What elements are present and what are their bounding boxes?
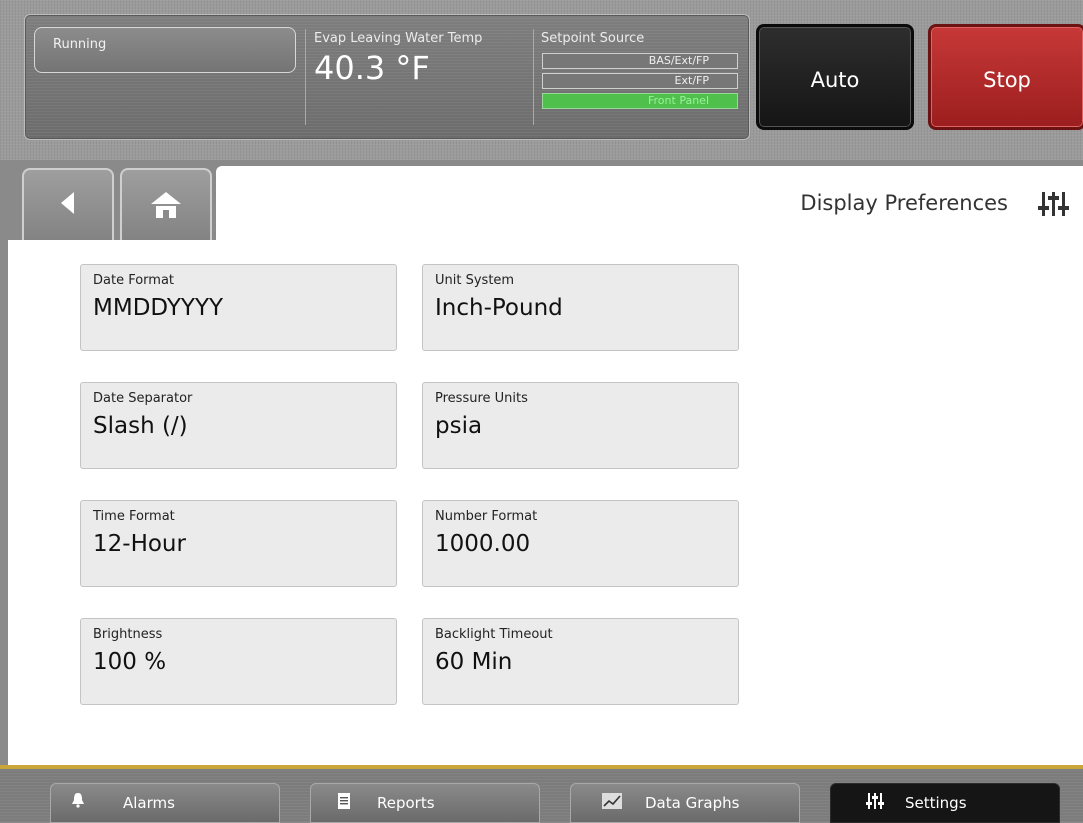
divider bbox=[305, 29, 306, 125]
pref-label: Brightness bbox=[93, 627, 163, 642]
pref-label: Unit System bbox=[435, 273, 515, 288]
preferences-panel: Date Format MMDDYYYY Unit System Inch-Po… bbox=[8, 240, 1083, 765]
bottom-nav-bar: Alarms Reports Data Graphs Settings bbox=[0, 765, 1083, 823]
status-header: Running Evap Leaving Water Temp 40.3 °F … bbox=[0, 0, 1083, 160]
pref-unit-system[interactable]: Unit System Inch-Pound bbox=[422, 264, 739, 351]
pref-label: Pressure Units bbox=[435, 391, 528, 406]
status-panel: Running Evap Leaving Water Temp 40.3 °F … bbox=[24, 14, 750, 140]
pref-backlight-timeout[interactable]: Backlight Timeout 60 Min bbox=[422, 618, 739, 705]
tab-label: Data Graphs bbox=[645, 794, 740, 812]
divider bbox=[533, 29, 534, 125]
pref-time-format[interactable]: Time Format 12-Hour bbox=[80, 500, 397, 587]
home-button[interactable] bbox=[120, 168, 212, 242]
evap-temp-label: Evap Leaving Water Temp bbox=[314, 31, 483, 46]
page-title: Display Preferences bbox=[800, 191, 1008, 215]
setpoint-option-front-panel[interactable]: Front Panel bbox=[542, 93, 738, 109]
pref-date-format[interactable]: Date Format MMDDYYYY bbox=[80, 264, 397, 351]
pref-label: Date Separator bbox=[93, 391, 193, 406]
pref-value: Inch-Pound bbox=[435, 295, 563, 321]
pref-label: Time Format bbox=[93, 509, 175, 524]
document-icon bbox=[337, 792, 351, 814]
pref-value: 100 % bbox=[93, 649, 167, 675]
back-arrow-icon bbox=[24, 188, 112, 225]
setpoint-option-ext-fp[interactable]: Ext/FP bbox=[542, 73, 738, 89]
pref-label: Date Format bbox=[93, 273, 175, 288]
operating-status-text: Running bbox=[53, 37, 107, 52]
pref-value: Slash (/) bbox=[93, 413, 188, 439]
pref-label: Backlight Timeout bbox=[435, 627, 553, 642]
graph-icon bbox=[601, 792, 623, 814]
pref-value: 1000.00 bbox=[435, 531, 531, 557]
bell-icon bbox=[71, 792, 85, 812]
tab-label: Alarms bbox=[123, 794, 175, 812]
pref-label: Number Format bbox=[435, 509, 538, 524]
stop-button[interactable]: Stop bbox=[928, 24, 1083, 130]
pref-value: 12-Hour bbox=[93, 531, 186, 557]
tab-reports[interactable]: Reports bbox=[310, 783, 540, 823]
operating-status-box[interactable]: Running bbox=[34, 27, 296, 73]
pref-date-separator[interactable]: Date Separator Slash (/) bbox=[80, 382, 397, 469]
pref-value: MMDDYYYY bbox=[93, 295, 224, 321]
page-title-bar: Display Preferences bbox=[216, 166, 1083, 242]
tab-settings[interactable]: Settings bbox=[830, 783, 1060, 823]
settings-sliders-icon bbox=[865, 792, 885, 814]
back-button[interactable] bbox=[22, 168, 114, 242]
home-icon bbox=[122, 188, 210, 227]
tab-label: Settings bbox=[905, 794, 967, 812]
settings-sliders-icon bbox=[1037, 189, 1071, 225]
pref-value: 60 Min bbox=[435, 649, 513, 675]
evap-temp-value: 40.3 °F bbox=[314, 49, 430, 87]
pref-brightness[interactable]: Brightness 100 % bbox=[80, 618, 397, 705]
pref-number-format[interactable]: Number Format 1000.00 bbox=[422, 500, 739, 587]
pref-pressure-units[interactable]: Pressure Units psia bbox=[422, 382, 739, 469]
tab-alarms[interactable]: Alarms bbox=[50, 783, 280, 823]
auto-button[interactable]: Auto bbox=[756, 24, 914, 130]
tab-data-graphs[interactable]: Data Graphs bbox=[570, 783, 800, 823]
tab-label: Reports bbox=[377, 794, 435, 812]
pref-value: psia bbox=[435, 413, 483, 439]
setpoint-option-bas-ext-fp[interactable]: BAS/Ext/FP bbox=[542, 53, 738, 69]
setpoint-source-label: Setpoint Source bbox=[541, 31, 645, 46]
